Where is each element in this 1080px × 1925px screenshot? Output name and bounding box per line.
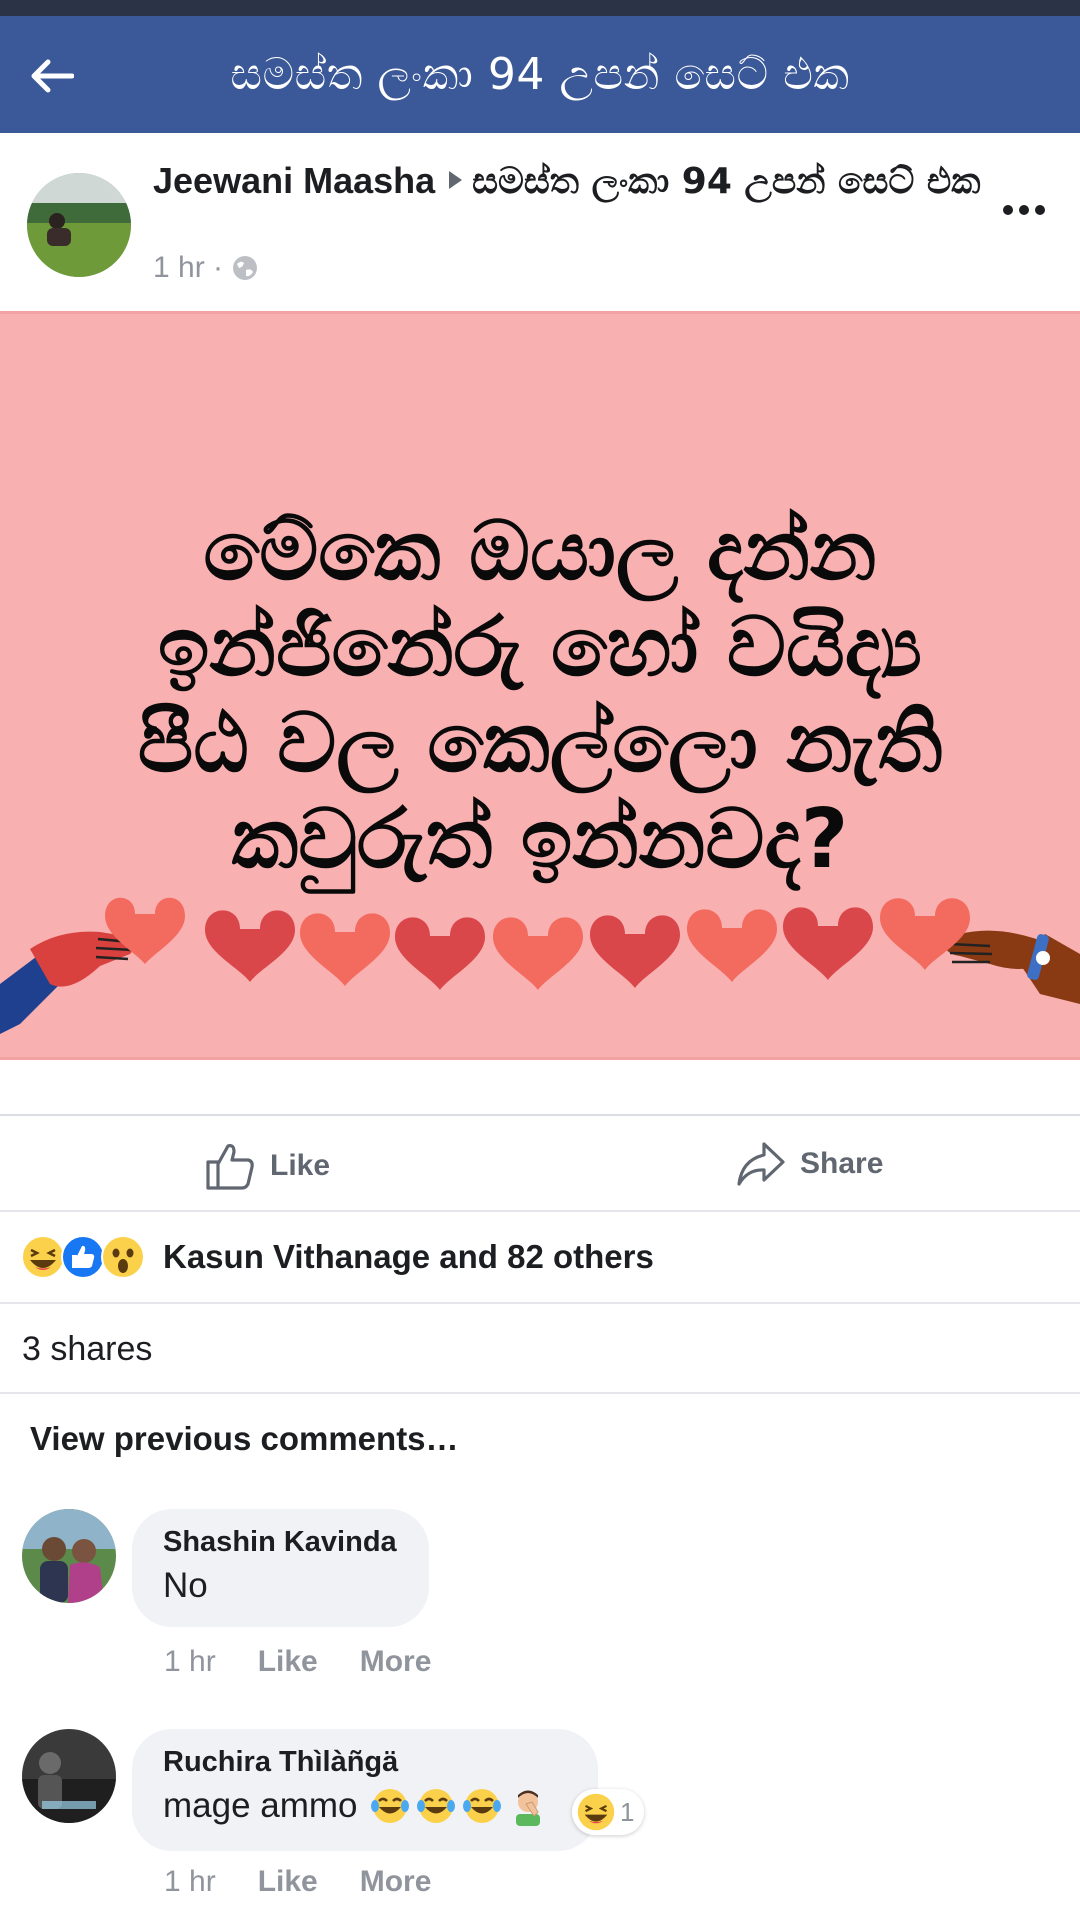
post-options-button[interactable] bbox=[1002, 173, 1046, 227]
hearts-illustration bbox=[0, 897, 1080, 1034]
commenter-name[interactable]: Shashin Kavinda bbox=[163, 1523, 397, 1561]
image-text-line: ඉන්ජිනේරු හෝ වයිද්‍ය bbox=[158, 600, 922, 695]
back-button[interactable] bbox=[22, 48, 82, 104]
comment-more-button[interactable]: More bbox=[360, 1645, 432, 1679]
shares-count: 3 shares bbox=[22, 1330, 153, 1368]
commenter-avatar[interactable] bbox=[22, 1509, 116, 1603]
group-name[interactable]: සමස්ත ලංකා 94 උපන් සෙට් එක bbox=[472, 161, 980, 202]
share-arrow-icon bbox=[737, 1142, 785, 1186]
comment-text-row: mage ammo bbox=[163, 1781, 566, 1831]
commenter-avatar[interactable] bbox=[22, 1729, 116, 1823]
comment-bubble[interactable]: Ruchira Thìlàñgä mage ammo bbox=[132, 1729, 598, 1851]
comment-like-button[interactable]: Like bbox=[258, 1865, 318, 1899]
like-button[interactable]: Like bbox=[204, 1140, 330, 1192]
share-label: Share bbox=[800, 1147, 884, 1180]
reaction-summary: Kasun Vithanage and 82 others bbox=[163, 1238, 654, 1275]
comment-more-button[interactable]: More bbox=[360, 1865, 432, 1899]
post-author-line: Jeewani Maasha සමස්ත ලංකා 94 උපන් සෙට් එක bbox=[153, 159, 983, 204]
commenter-name[interactable]: Ruchira Thìlàñgä bbox=[163, 1743, 566, 1781]
comment-text: No bbox=[163, 1566, 208, 1605]
thumbs-up-icon bbox=[206, 1144, 254, 1190]
post-time[interactable]: 1 hr · bbox=[153, 251, 223, 285]
reaction-count: 1 bbox=[620, 1796, 635, 1827]
laughing-tears-icon bbox=[462, 1789, 501, 1823]
comment-actions: 1 hr Like More bbox=[164, 1865, 431, 1899]
arrow-left-icon bbox=[31, 59, 74, 93]
post-image[interactable]: මේකෙ ඔයාල දන්න ඉන්ජිනේරු හෝ වයිද්‍ය පීඨ … bbox=[0, 311, 1080, 1060]
post-header: Jeewani Maasha සමස්ත ලංකා 94 උපන් සෙට් එක… bbox=[0, 133, 1080, 311]
share-button[interactable]: Share bbox=[736, 1140, 883, 1188]
page-title: සමස්ත ලංකා 94 උපන් සෙට් එක bbox=[230, 49, 850, 100]
post-meta: 1 hr · bbox=[153, 251, 259, 285]
view-previous-comments-link[interactable]: View previous comments… bbox=[30, 1420, 459, 1458]
comment-reaction-count[interactable]: 1 bbox=[572, 1789, 645, 1835]
image-text-line: මේකෙ ඔයාල දන්න bbox=[203, 504, 877, 599]
facepalm-man-icon bbox=[515, 1790, 540, 1826]
laughing-tears-icon bbox=[370, 1789, 409, 1823]
wow-icon bbox=[101, 1235, 145, 1279]
comment-time: 1 hr bbox=[164, 1645, 216, 1678]
post-image-text: මේකෙ ඔයාල දන්න ඉන්ජිනේරු හෝ වයිද්‍ය පීඨ … bbox=[0, 504, 1080, 888]
globe-icon bbox=[233, 256, 258, 280]
image-text-line: පීඨ වල කෙල්ලො නැති bbox=[137, 696, 943, 791]
shares-row[interactable]: 3 shares bbox=[0, 1302, 1080, 1394]
status-bar bbox=[0, 0, 1080, 16]
reaction-icons bbox=[20, 1234, 150, 1280]
more-dots-icon bbox=[1003, 205, 1045, 215]
triangle-right-icon bbox=[449, 171, 463, 189]
comment-like-button[interactable]: Like bbox=[258, 1645, 318, 1679]
comment-actions: 1 hr Like More bbox=[164, 1645, 431, 1679]
haha-icon bbox=[577, 1793, 615, 1831]
laughing-tears-icon bbox=[416, 1789, 455, 1823]
like-label: Like bbox=[270, 1149, 331, 1182]
comment-time: 1 hr bbox=[164, 1865, 216, 1898]
author-name[interactable]: Jeewani Maasha bbox=[153, 160, 435, 201]
author-avatar[interactable] bbox=[27, 173, 131, 277]
post-actions-bar: Like Share bbox=[0, 1114, 1080, 1210]
comment-text: mage ammo bbox=[163, 1786, 358, 1825]
reactions-row[interactable]: Kasun Vithanage and 82 others bbox=[0, 1210, 1080, 1302]
app-header: සමස්ත ලංකා 94 උපන් සෙට් එක bbox=[0, 16, 1080, 133]
comment-bubble[interactable]: Shashin Kavinda No bbox=[132, 1509, 429, 1627]
